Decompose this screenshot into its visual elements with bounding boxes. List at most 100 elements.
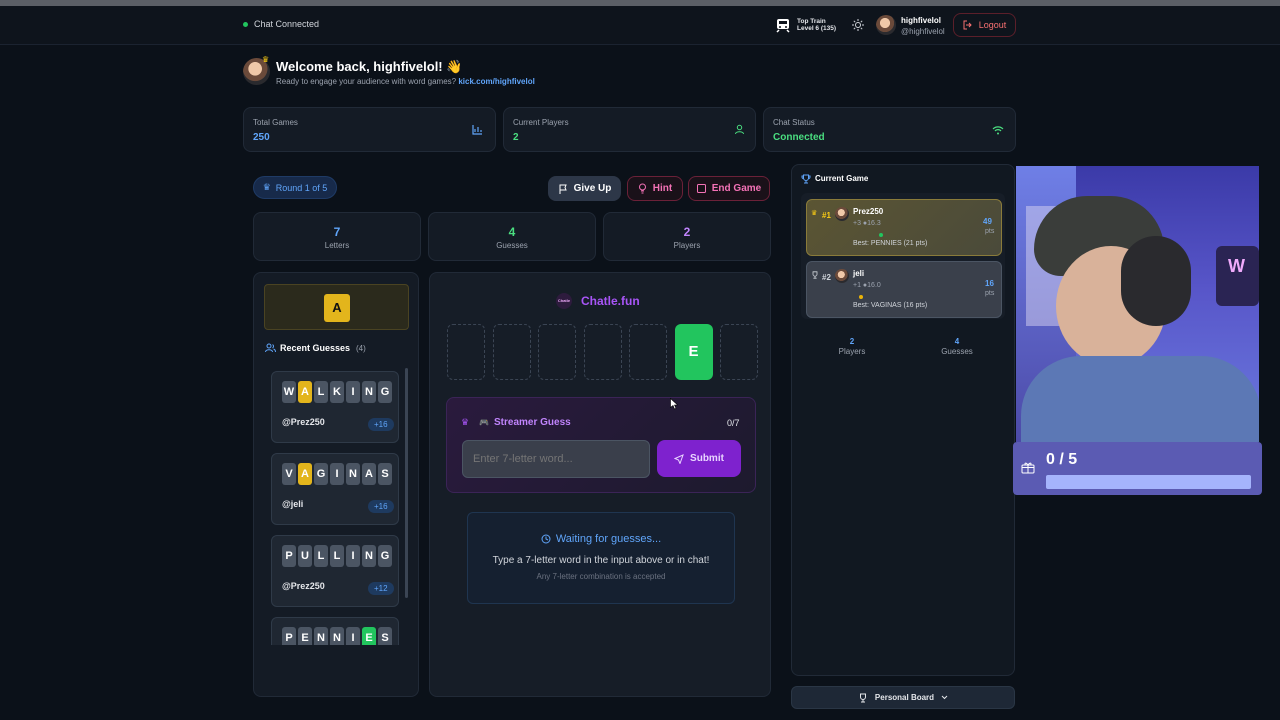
board-tile: [583, 324, 622, 380]
player-stats: +1 ●16.0: [853, 282, 881, 289]
crown-icon: ♛: [461, 417, 470, 427]
guess-letter: G: [314, 463, 328, 485]
current-game-panel: Current Game ♛ #1 Prez250 +3 ●16.3 Best:…: [791, 164, 1015, 676]
give-up-button[interactable]: Give Up: [548, 176, 621, 201]
round-label: Round 1 of 5: [275, 182, 328, 193]
recent-guesses-title: Recent Guesses: [280, 343, 351, 353]
stat-value: Connected: [773, 132, 825, 143]
submit-button[interactable]: Submit: [657, 440, 741, 477]
personal-board-label: Personal Board: [874, 693, 935, 702]
waiting-panel: Waiting for guesses... Type a 7-letter w…: [467, 512, 735, 604]
bar-chart-icon: [472, 124, 483, 135]
guess-letter: N: [362, 545, 376, 567]
guess-card: PENNIES: [271, 617, 399, 645]
guess-input[interactable]: [462, 440, 650, 478]
guess-letter: S: [378, 627, 392, 645]
crown-icon: ♛: [811, 210, 818, 217]
personal-board-button[interactable]: Personal Board: [791, 686, 1015, 709]
chat-status-text: Chat Connected: [254, 19, 320, 29]
theme-toggle-icon[interactable]: [852, 19, 864, 31]
waiting-title-row: Waiting for guesses...: [468, 533, 734, 545]
guess-count: 0/7: [727, 418, 740, 428]
player-points: 49: [983, 217, 992, 226]
board-tile: E: [674, 324, 713, 380]
logout-button[interactable]: Logout: [953, 13, 1016, 37]
board-tile: [447, 324, 485, 380]
letters-counter: 7 Letters: [253, 212, 421, 261]
game-board-panel: Chatle Chatle.fun ♛ 🎮 Streamer Guess 0/7…: [429, 272, 771, 697]
waiting-line1: Type a 7-letter word in the input above …: [492, 555, 710, 566]
guess-letter: K: [330, 381, 344, 403]
end-game-label: End Game: [711, 183, 762, 194]
train-level: Level 6 (135): [797, 25, 837, 32]
guess-card: P U L L I N G @Prez250 +12: [271, 535, 399, 607]
welcome-subtitle: Ready to engage your audience with word …: [276, 77, 535, 86]
streamer-guess-panel: ♛ 🎮 Streamer Guess 0/7 Submit: [446, 397, 756, 493]
guess-letter: S: [378, 463, 392, 485]
hint-button[interactable]: Hint: [627, 176, 683, 201]
recent-guesses-count: (4): [356, 344, 366, 353]
welcome-title: Welcome back, highfivelol! 👋: [276, 59, 463, 74]
wifi-icon: [992, 125, 1004, 135]
end-game-button[interactable]: End Game: [688, 176, 770, 201]
left-panel: A Recent Guesses (4) W A L K I N G @Prez250 +16 V…: [253, 272, 419, 697]
waiting-title: Waiting for guesses...: [555, 533, 662, 545]
user-handle: @highfivelol: [901, 27, 945, 36]
stat-label: Chat Status: [773, 118, 815, 127]
guess-letter: I: [346, 627, 360, 645]
stat-value: 2: [513, 132, 519, 143]
stop-icon: [696, 184, 706, 193]
player-name: Prez250: [853, 207, 884, 216]
counter-label: Letters: [324, 241, 350, 250]
guess-letter: A: [298, 381, 312, 403]
players-summary: 2 Players: [792, 337, 912, 356]
round-badge: ♛ Round 1 of 5: [253, 176, 337, 199]
player-status-dot: [859, 295, 863, 299]
current-game-title: Current Game: [815, 174, 869, 183]
guess-points-badge: +16: [368, 418, 394, 431]
train-title: Top Train: [797, 18, 826, 25]
user-avatar[interactable]: [876, 15, 896, 35]
stat-label: Current Players: [513, 118, 569, 127]
clock-icon: [541, 534, 551, 544]
player-avatar: [835, 269, 849, 283]
guess-card: V A G I N A S @jeli +16: [271, 453, 399, 525]
board-tile: [492, 324, 531, 380]
trophy-icon: [859, 693, 866, 702]
logout-label: Logout: [978, 20, 1007, 30]
gift-icon: [1021, 460, 1035, 474]
crown-icon: ♛: [262, 55, 270, 64]
player-points: 16: [985, 279, 994, 288]
guesses-summary: 4 Guesses: [897, 337, 1017, 356]
chatle-logo: Chatle: [556, 293, 572, 309]
user-icon: [734, 124, 745, 135]
chevron-down-icon: [941, 695, 948, 700]
user-info[interactable]: highfivelol @highfivelol: [901, 15, 945, 37]
hint-label: Hint: [652, 183, 673, 194]
users-icon: [265, 343, 276, 353]
counter-label: Players: [673, 241, 701, 250]
board-tile: [538, 324, 576, 380]
navbar: Chat Connected Top Train Level 6 (135) h…: [0, 6, 1280, 45]
guess-points-badge: +16: [368, 500, 394, 513]
guess-letter: N: [346, 463, 360, 485]
player-avatar: [835, 207, 849, 221]
player-card-2: #2 jeli +1 ●16.0 Best: VAGINAS (16 pts) …: [806, 261, 1002, 318]
channel-link[interactable]: kick.com/highfivelol: [458, 77, 534, 86]
counter-value: 7: [333, 225, 341, 239]
streamer-guess-title: Streamer Guess: [494, 417, 571, 428]
guess-letter: G: [378, 381, 392, 403]
goal-progress-track: [1046, 475, 1251, 489]
guess-username: @jeli: [282, 499, 304, 509]
mouse-cursor-icon: [670, 398, 678, 410]
logout-icon: [963, 20, 972, 30]
guesses-counter: 4 Guesses: [428, 212, 596, 261]
guesses-label: Guesses: [941, 347, 973, 356]
guess-list-scrollbar[interactable]: [405, 368, 408, 598]
stat-card-total-games: Total Games 250: [243, 107, 496, 152]
guess-letter: I: [346, 545, 360, 567]
player-points-label: pts: [985, 290, 995, 297]
welcome-subtitle-text: Ready to engage your audience with word …: [276, 77, 457, 86]
guess-letter: E: [298, 627, 312, 645]
submit-label: Submit: [690, 453, 724, 464]
